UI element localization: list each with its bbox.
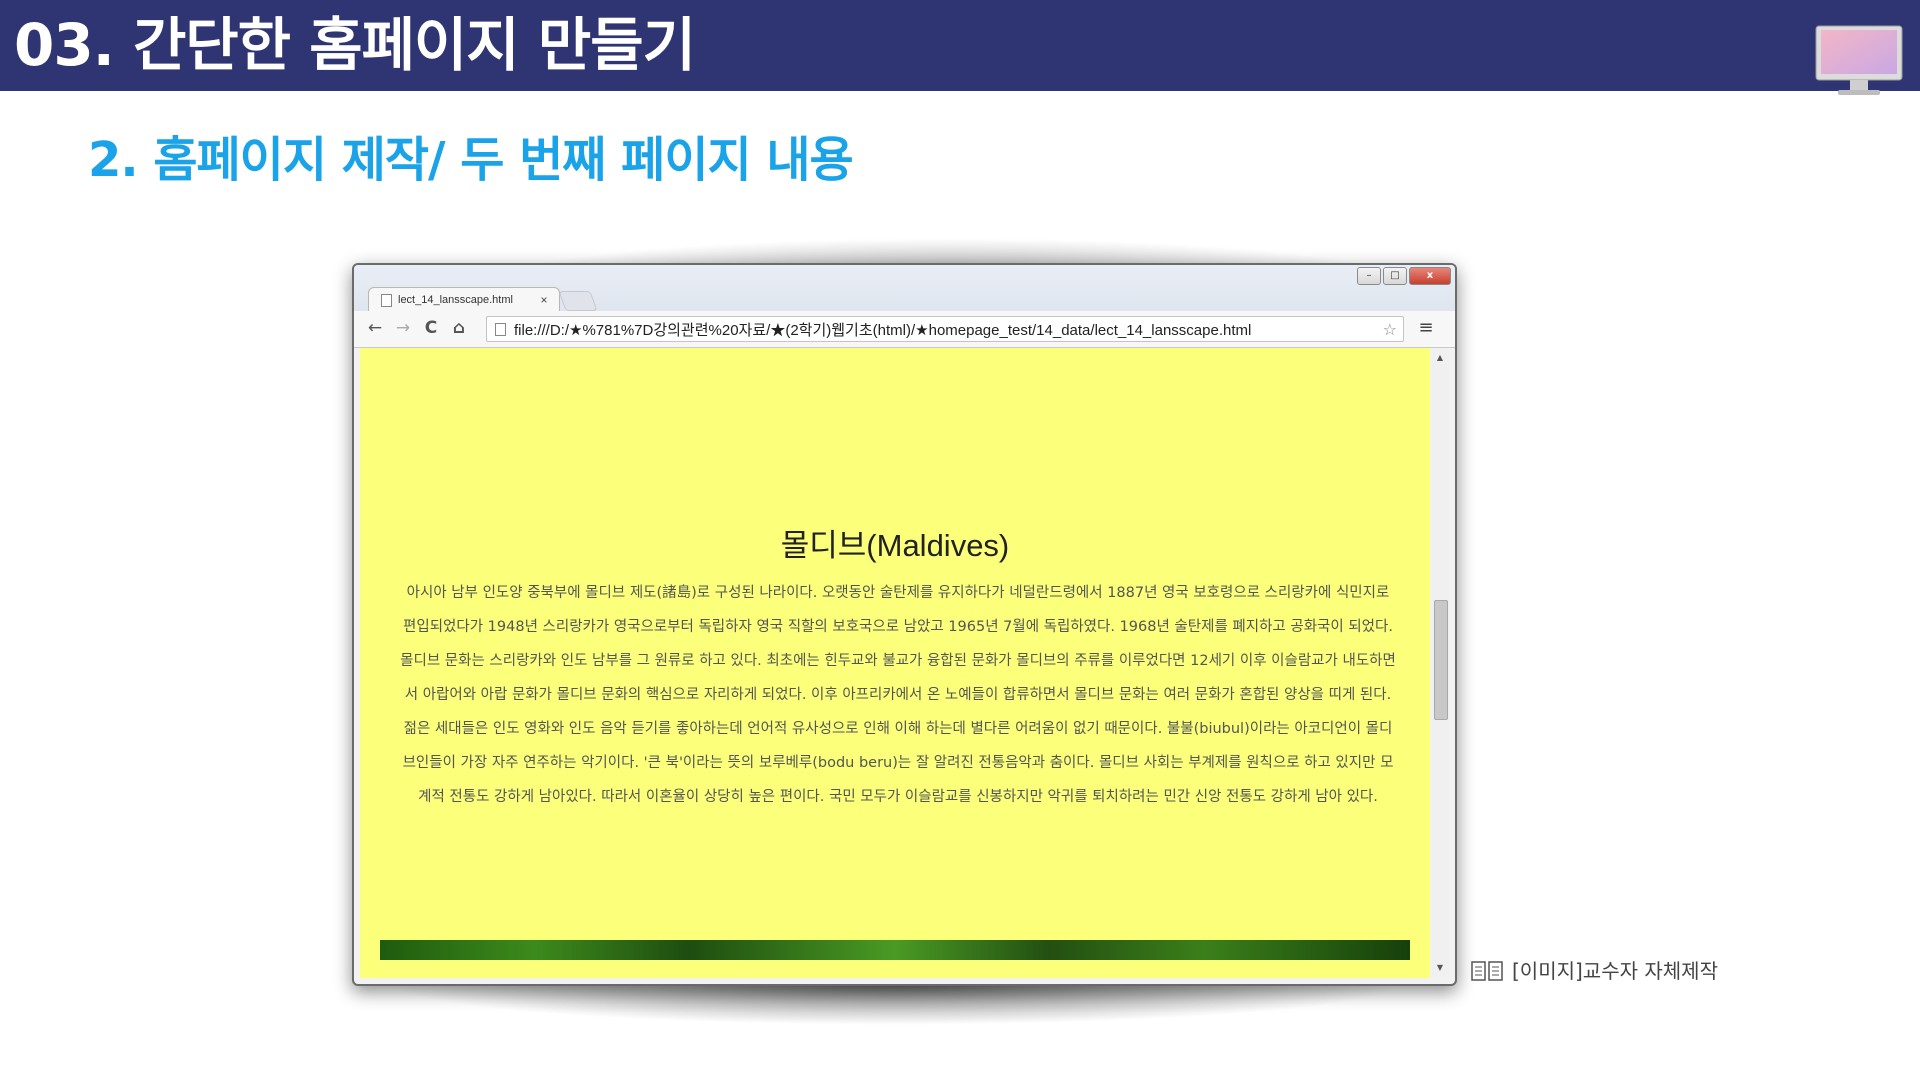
scroll-down-arrow-icon[interactable]: ▼	[1434, 962, 1446, 974]
maximize-button[interactable]: □	[1383, 267, 1407, 285]
browser-tab[interactable]: lect_14_lansscape.html ×	[368, 287, 560, 312]
paragraph: 아시아 남부 인도양 중북부에 몰디브 제도(諸島)로 구성된 나라이다. 오랫…	[400, 585, 1396, 703]
minimize-button[interactable]: –	[1357, 267, 1381, 285]
paragraph: 젊은 세대들은 인도 영화와 인도 음악 듣기를 좋아하는데 언어적 유사성으로…	[402, 721, 1394, 805]
tab-close-button[interactable]: ×	[537, 293, 551, 307]
slide-title: 03. 간단한 홈페이지 만들기	[14, 11, 696, 79]
window-controls: – □ x	[1355, 267, 1451, 285]
credit-text: [이미지]교수자 자체제작	[1512, 959, 1718, 983]
reload-icon[interactable]: C	[420, 317, 442, 339]
browser-toolbar: ← → C ⌂ file:///D:/★%781%7D강의관련%20자료/★(2…	[354, 311, 1455, 348]
address-bar[interactable]: file:///D:/★%781%7D강의관련%20자료/★(2학기)웹기초(h…	[486, 316, 1404, 342]
scroll-up-arrow-icon[interactable]: ▲	[1434, 352, 1446, 364]
slide-subtitle: 2. 홈페이지 제작/ 두 번째 페이지 내용	[88, 132, 854, 188]
star-icon[interactable]: ☆	[1383, 320, 1397, 339]
scroll-thumb[interactable]	[1434, 600, 1448, 720]
scrollbar[interactable]: ▲ ▼	[1431, 348, 1449, 978]
page-body: 아시아 남부 인도양 중북부에 몰디브 제도(諸島)로 구성된 나라이다. 오랫…	[398, 576, 1398, 814]
doc-icon	[381, 293, 392, 307]
back-arrow-icon[interactable]: ←	[364, 317, 386, 339]
menu-icon[interactable]: ≡	[1415, 317, 1437, 339]
page-viewport: 몰디브(Maldives) 아시아 남부 인도양 중북부에 몰디브 제도(諸島)…	[360, 348, 1430, 978]
monitor-icon	[1815, 25, 1903, 95]
landscape-image	[380, 940, 1410, 960]
page-icon	[495, 322, 506, 336]
header-bar: 03. 간단한 홈페이지 만들기	[0, 0, 1920, 91]
url-text[interactable]: file:///D:/★%781%7D강의관련%20자료/★(2학기)웹기초(h…	[514, 319, 1383, 340]
tab-label: lect_14_lansscape.html	[398, 294, 513, 306]
book-icon	[1471, 960, 1503, 981]
browser-window: lect_14_lansscape.html × – □ x ← → C ⌂ f…	[352, 263, 1457, 986]
new-tab-button[interactable]	[558, 291, 598, 311]
image-credit: [이미지]교수자 자체제작	[1470, 955, 1718, 984]
screenshot-shadow-bottom	[390, 985, 1400, 1025]
page-heading: 몰디브(Maldives)	[780, 528, 1010, 563]
forward-arrow-icon[interactable]: →	[392, 317, 414, 339]
home-icon[interactable]: ⌂	[448, 317, 470, 339]
browser-titlebar: lect_14_lansscape.html × – □ x	[354, 265, 1455, 312]
close-window-button[interactable]: x	[1409, 267, 1451, 285]
